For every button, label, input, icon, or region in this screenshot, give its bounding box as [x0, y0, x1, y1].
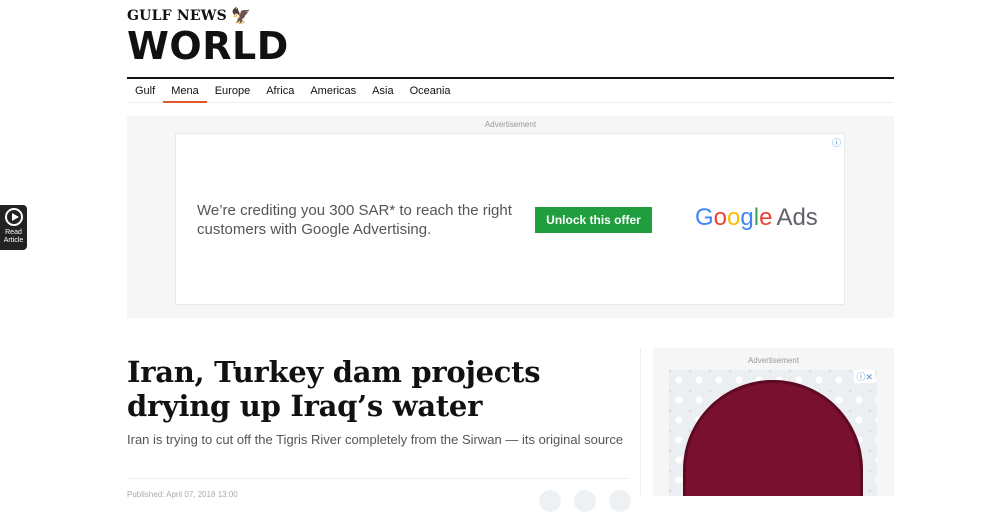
nav-item-mena[interactable]: Mena — [163, 79, 207, 103]
article-headline: Iran, Turkey dam projects drying up Iraq… — [127, 355, 541, 423]
nav-item-asia[interactable]: Asia — [364, 79, 401, 103]
google-ads-banner[interactable]: ⓘ We’re crediting you 300 SAR* to reach … — [175, 133, 845, 305]
sidebar-ad: Advertisement ⓘ✕ — [653, 348, 894, 496]
share-whatsapp-icon[interactable] — [609, 490, 631, 512]
share-twitter-icon[interactable] — [574, 490, 596, 512]
ad-label: Advertisement — [484, 120, 537, 129]
article-divider — [127, 478, 629, 479]
adchoices-icon[interactable]: ⓘ✕ — [854, 370, 875, 383]
nav-item-gulf[interactable]: Gulf — [127, 79, 163, 103]
column-divider — [640, 348, 641, 496]
nav-item-europe[interactable]: Europe — [207, 79, 258, 103]
nav-item-africa[interactable]: Africa — [258, 79, 302, 103]
unlock-offer-button[interactable]: Unlock this offer — [535, 207, 652, 233]
sidebar-ad-image[interactable]: ⓘ✕ — [669, 370, 877, 496]
section-title: WORLD — [127, 24, 289, 68]
arch-graphic — [683, 380, 863, 496]
brand-logo[interactable]: GULF NEWS 🦅 WORLD — [127, 6, 289, 68]
gulf-news-wordmark: GULF NEWS 🦅 — [127, 6, 252, 25]
section-nav: Gulf Mena Europe Africa Americas Asia Oc… — [127, 77, 894, 103]
article-header: Iran, Turkey dam projects drying up Iraq… — [127, 355, 627, 448]
published-date: Published: April 07, 2018 13:00 — [127, 490, 238, 499]
article-subtitle: Iran is trying to cut off the Tigris Riv… — [127, 432, 624, 447]
play-icon — [4, 208, 23, 226]
nav-item-americas[interactable]: Americas — [302, 79, 364, 103]
google-ads-logo: Google Ads — [695, 204, 818, 231]
info-icon[interactable]: ⓘ — [832, 136, 841, 149]
nav-item-oceania[interactable]: Oceania — [402, 79, 459, 103]
read-article-button[interactable]: Read Article — [0, 205, 27, 250]
share-facebook-icon[interactable] — [539, 490, 561, 512]
eagle-icon: 🦅 — [230, 6, 252, 25]
read-article-label: Read Article — [3, 229, 24, 244]
top-ad-area: Advertisement ⓘ We’re crediting you 300 … — [127, 116, 894, 318]
ad-copy: We’re crediting you 300 SAR* to reach th… — [197, 202, 512, 238]
sidebar-ad-label: Advertisement — [747, 356, 800, 365]
